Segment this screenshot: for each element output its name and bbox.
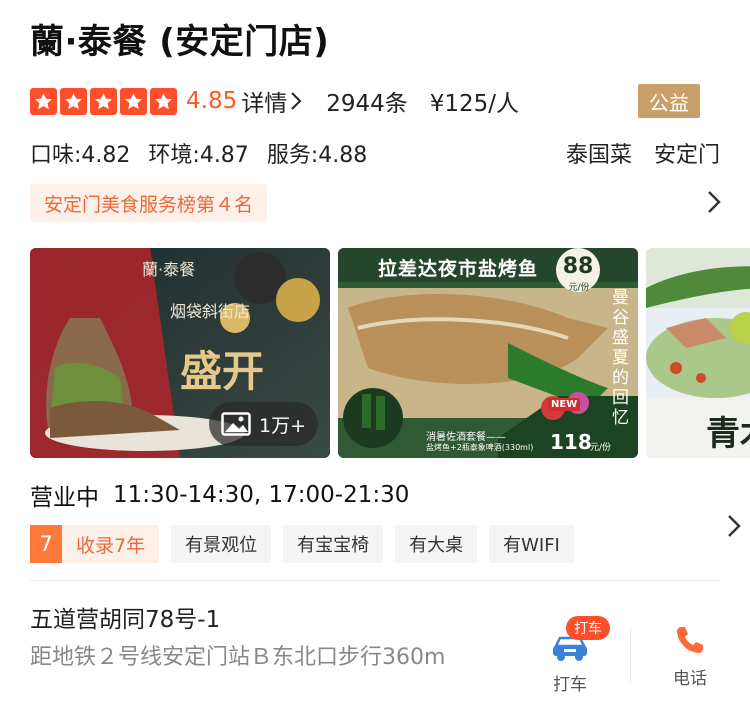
photo-salad-dish[interactable]: 青木 [646,248,750,458]
restaurant-title: 蘭·泰餐 (安定门店) [30,22,330,62]
phone-label: 电话 [673,669,707,689]
star-rating [30,87,177,115]
feature-tag: 有WIFI [489,525,574,563]
phone-icon [677,627,703,653]
open-status: 营业中 [30,485,99,511]
review-count[interactable]: 2944条 [326,84,408,118]
star-icon [150,87,177,115]
charity-badge[interactable]: 公益 [638,84,700,118]
chevron-right-icon [708,191,721,213]
detail-label: 详情 [241,91,288,117]
business-hours[interactable]: 营业中 11:30-14:30, 17:00-21:30 [30,478,730,512]
subway-distance: 距地铁２号线安定门站Ｂ东北口步行360m [30,645,446,670]
listed-years-badge: 7 收录7年 [30,525,160,563]
years-number: 7 [30,525,62,563]
section-divider [30,580,720,581]
address[interactable]: 五道营胡同78号-1 [30,600,220,634]
area-tag[interactable]: 安定门 [654,137,720,169]
opening-times: 11:30-14:30, 17:00-21:30 [113,482,410,508]
star-icon [60,87,87,115]
years-label: 收录7年 [62,525,160,563]
avg-price: ¥125/人 [429,91,520,117]
star-icon [30,87,57,115]
feature-tag: 有景观位 [171,525,272,563]
taxi-badge: 打车 [566,616,610,640]
photo-2-combo-unit: 元/份 [590,443,612,453]
feature-tag: 有大桌 [395,525,478,563]
photo-3-text: 青木 [706,414,750,454]
photo-1-banner: 盛开 [180,347,265,396]
ranking-badge: 安定门美食服务榜第４名 [30,184,268,222]
photo-2-title: 拉差达夜市盐烤鱼 [378,258,539,280]
photo-count: 1万+ [258,414,306,437]
environment-score: 环境:4.87 [148,143,249,168]
taste-score: 口味:4.82 [30,143,131,168]
new-badge: NEW [548,398,581,411]
image-icon [221,412,251,436]
star-icon [90,87,117,115]
rating-row: 4.85 详情 2944条 ¥125/人 公益 [30,84,730,118]
ranking-row[interactable]: 安定门美食服务榜第４名 [30,184,730,224]
service-score: 服务:4.88 [266,143,368,168]
chevron-right-icon [291,92,302,110]
action-divider [630,628,631,682]
photo-gallery[interactable]: 蘭·泰餐 烟袋斜街店 盛开 1万+ 拉差达夜市盐烤鱼 88 元/份 曼谷盛夏的回… [30,248,750,458]
photo-2-combo-label: 消暑佐酒套餐—— [426,432,506,443]
photo-1-brand: 蘭·泰餐 [142,260,196,279]
phone-button[interactable]: 电话 [650,622,730,689]
photo-1-subtitle: 烟袋斜街店 [170,302,251,321]
photo-2-combo-price: 118 [550,430,592,454]
photo-2-combo-desc: 盐烤鱼+2瓶泰象啤酒(330ml) [426,443,534,452]
taxi-label: 打车 [553,675,587,695]
photo-2-price: 88 [562,254,594,279]
photo-grilled-fish[interactable]: 拉差达夜市盐烤鱼 88 元/份 曼谷盛夏的回忆 NEW 消暑佐酒套餐—— 盐烤鱼… [338,248,638,458]
sub-scores-row: 口味:4.82 环境:4.87 服务:4.88 泰国菜 安定门 [30,137,720,169]
chevron-right-icon[interactable] [726,512,742,540]
photo-2-price-unit: 元/份 [568,283,590,293]
rating-detail-link[interactable]: 详情 [241,84,302,118]
feature-tags: 7 收录7年 有景观位 有宝宝椅 有大桌 有WIFI [30,525,574,563]
taxi-button[interactable]: 打车 打车 [530,616,610,695]
photo-2-slogan: 曼谷盛夏的回忆 [612,288,629,428]
photo-count-badge[interactable]: 1万+ [208,402,318,446]
rating-score: 4.85 [186,88,238,114]
star-icon [120,87,147,115]
photo-storefront-dish[interactable]: 蘭·泰餐 烟袋斜街店 盛开 1万+ [30,248,330,458]
cuisine-tag[interactable]: 泰国菜 [566,137,632,169]
feature-tag: 有宝宝椅 [283,525,384,563]
